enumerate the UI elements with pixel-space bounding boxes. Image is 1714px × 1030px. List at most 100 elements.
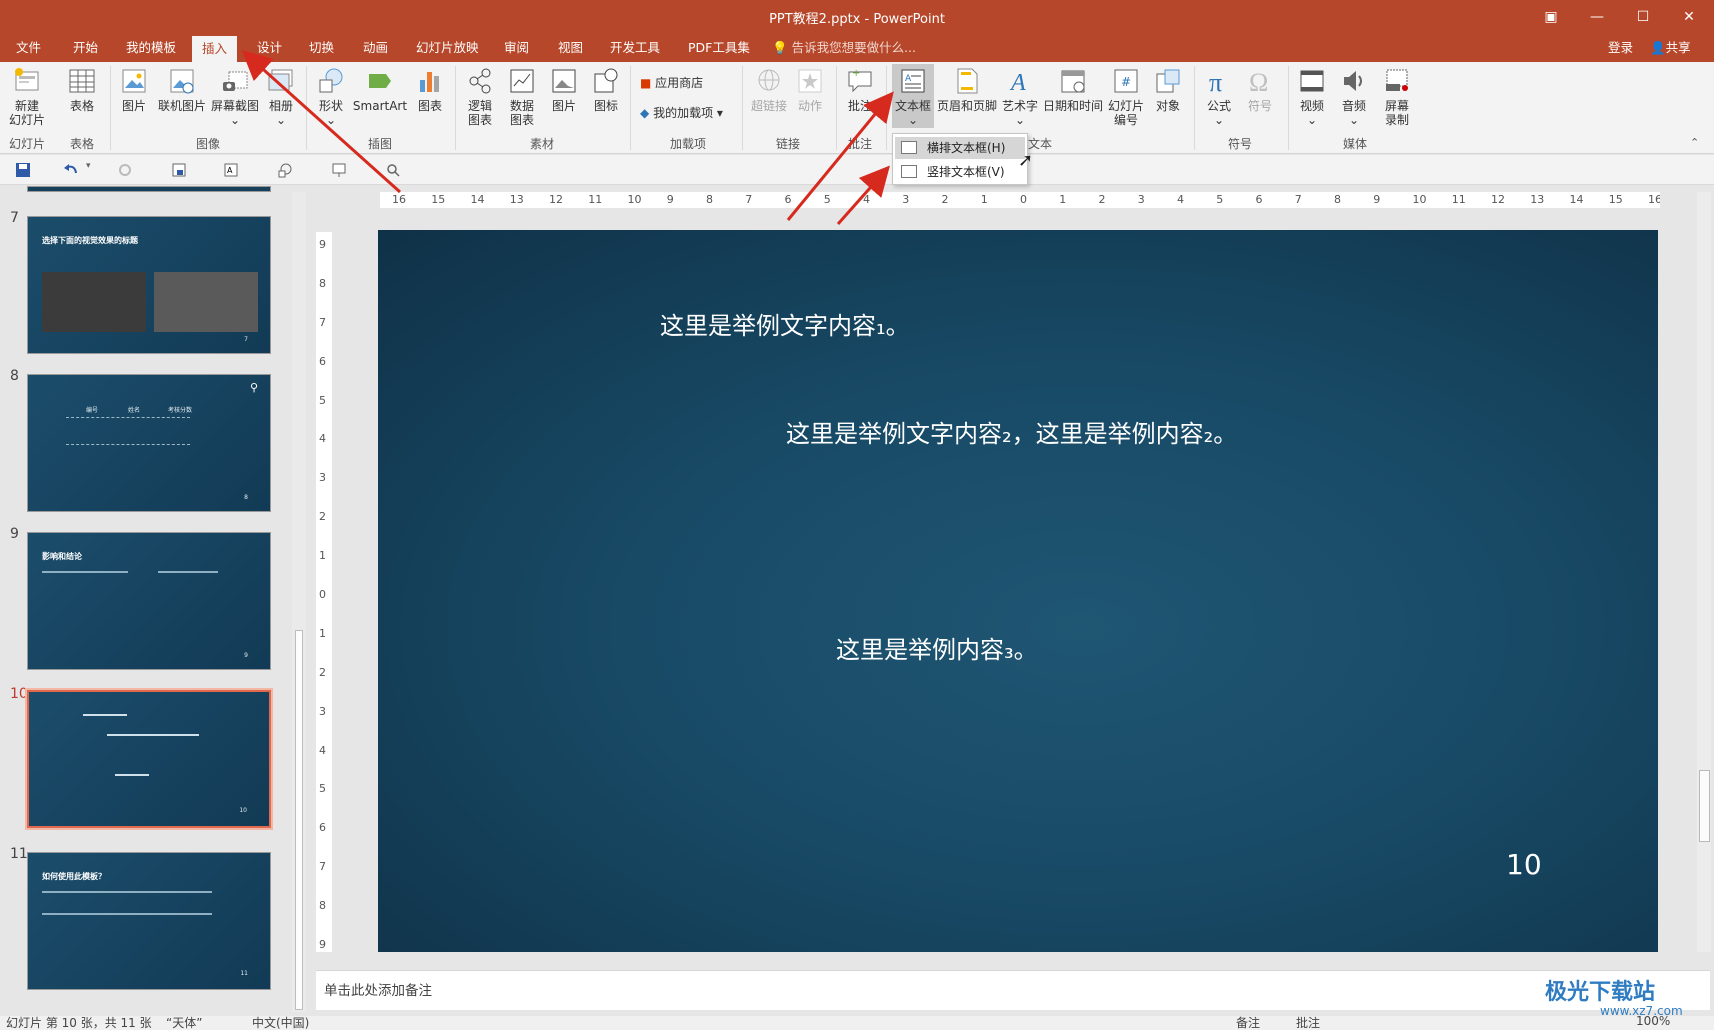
svg-text:A: A — [1009, 70, 1026, 96]
preview-icon[interactable] — [384, 162, 402, 178]
login-link[interactable]: 登录 — [1608, 34, 1633, 62]
wordart-button[interactable]: A 艺术字 ⌄ — [1000, 64, 1040, 127]
video-button[interactable]: 视频 ⌄ — [1294, 64, 1330, 127]
ruler-tick-label: 2 — [319, 510, 326, 524]
slide-thumbnail-9[interactable]: 影响和结论 9 — [27, 532, 271, 670]
presenter-icon[interactable] — [330, 162, 348, 178]
slide-thumbnail-11[interactable]: 如何使用此模板？ 11 — [27, 852, 271, 990]
icon-button[interactable]: 图标 — [588, 64, 624, 113]
slide-thumbnail-8[interactable]: 编号 姓名 考核分数 ⚲ 8 — [27, 374, 271, 512]
ruler-tick-label: 4 — [319, 432, 326, 446]
table-header: 姓名 — [128, 407, 141, 414]
minimize-button[interactable]: — — [1574, 0, 1620, 34]
tab-pdf-tools[interactable]: PDF工具集 — [678, 34, 760, 62]
hyperlink-label: 超链接 — [750, 99, 787, 113]
object-button[interactable]: 对象 — [1150, 64, 1186, 113]
bullet-lines — [42, 891, 212, 915]
slide-number-button[interactable]: # 幻灯片 编号 — [1106, 64, 1146, 127]
collapse-ribbon-icon[interactable]: ⌃ — [1690, 136, 1699, 149]
online-picture-button[interactable]: 联机图片 — [154, 64, 210, 113]
ribbon-divider — [306, 66, 307, 150]
save-icon[interactable] — [14, 162, 32, 178]
tell-me-search[interactable]: 💡 告诉我您想要做什么... — [772, 34, 916, 62]
screenshot-button[interactable]: 屏幕截图 ⌄ — [208, 64, 262, 127]
screen-record-button[interactable]: 屏幕 录制 — [1378, 64, 1416, 127]
slide-text-3[interactable]: 这里是举例内容₃。 — [836, 630, 1038, 665]
chevron-down-icon: ⌄ — [1348, 113, 1360, 127]
slide-thumbnail-10[interactable]: 10 — [25, 688, 273, 830]
tab-home[interactable]: 开始 — [63, 34, 108, 62]
table-button[interactable]: 表格 — [64, 64, 100, 113]
share-button[interactable]: 👤共享 — [1650, 34, 1691, 62]
horizontal-textbox-icon — [901, 141, 917, 154]
smartart-button[interactable]: SmartArt — [352, 64, 408, 113]
symbol-button[interactable]: Ω 符号 — [1242, 64, 1278, 113]
close-button[interactable]: ✕ — [1666, 0, 1712, 34]
ruler-tick-label: 10 — [627, 193, 642, 206]
slide-thumbnail-partial[interactable] — [27, 186, 271, 192]
material-picture-icon — [552, 69, 576, 93]
tab-view[interactable]: 视图 — [548, 34, 593, 62]
ribbon-display-options-icon[interactable]: ▣ — [1528, 0, 1574, 34]
maximize-button[interactable]: ☐ — [1620, 0, 1666, 34]
tab-slideshow[interactable]: 幻灯片放映 — [406, 34, 489, 62]
tab-insert[interactable]: 插入 — [192, 36, 238, 62]
header-footer-button[interactable]: 页眉和页脚 — [936, 64, 998, 113]
redo-icon[interactable] — [116, 162, 134, 178]
textbox-quick-icon[interactable]: A — [222, 162, 240, 178]
tab-developer[interactable]: 开发工具 — [600, 34, 670, 62]
datetime-button[interactable]: 日期和时间 — [1042, 64, 1104, 113]
group-slides-label: 幻灯片 — [8, 137, 45, 151]
material-picture-button[interactable]: 图片 — [546, 64, 582, 113]
app-store-button[interactable]: ■ 应用商店 — [640, 74, 703, 91]
album-button[interactable]: 相册 ⌄ — [262, 64, 300, 127]
audio-button[interactable]: 音频 ⌄ — [1336, 64, 1372, 127]
my-addins-button[interactable]: ◆ 我的加载项 ▾ — [640, 104, 723, 121]
chevron-down-icon: ⌄ — [1213, 113, 1225, 127]
slide-canvas[interactable]: 这里是举例文字内容₁。 这里是举例文字内容₂，这里是举例内容₂。 这里是举例内容… — [378, 230, 1658, 952]
vertical-textbox-item[interactable]: 竖排文本框(V) — [895, 161, 1025, 183]
undo-icon[interactable] — [62, 162, 80, 178]
comments-toggle[interactable]: 批注 — [1296, 1016, 1320, 1030]
new-slide-button[interactable]: 新建 幻灯片 — [4, 64, 50, 127]
slide-scrollbar-thumb[interactable] — [1699, 770, 1710, 842]
tab-review[interactable]: 审阅 — [494, 34, 539, 62]
shapes-quick-icon[interactable] — [276, 162, 294, 178]
slide-text-2[interactable]: 这里是举例文字内容₂，这里是举例内容₂。 — [786, 414, 1237, 449]
from-beginning-icon[interactable] — [170, 162, 188, 178]
data-chart-button[interactable]: 数据 图表 — [502, 64, 542, 127]
undo-dropdown-icon[interactable]: ▾ — [86, 161, 91, 171]
tab-file[interactable]: 文件 — [6, 34, 51, 62]
screen-record-label: 屏幕 录制 — [1384, 99, 1409, 127]
table-header: 编号 — [86, 407, 99, 414]
thumbnail-scrollbar-thumb[interactable] — [295, 630, 303, 1010]
notes-toggle[interactable]: 备注 — [1236, 1016, 1260, 1030]
tab-animations[interactable]: 动画 — [353, 34, 398, 62]
equation-button[interactable]: π 公式 ⌄ — [1200, 64, 1238, 127]
textbox-button[interactable]: A 文本框 ⌄ — [892, 64, 934, 128]
ruler-tick-label: 6 — [319, 821, 326, 835]
group-addins-label: 加载项 — [669, 137, 706, 151]
notes-pane[interactable]: 单击此处添加备注 — [316, 970, 1710, 1010]
header-footer-icon — [957, 68, 978, 94]
action-button[interactable]: 动作 — [792, 64, 828, 113]
shapes-button[interactable]: 形状 ⌄ — [312, 64, 350, 127]
logic-chart-button[interactable]: 逻辑 图表 — [460, 64, 500, 127]
tab-design[interactable]: 设计 — [247, 34, 292, 62]
addins-icon: ◆ — [640, 106, 650, 120]
tab-my-templates[interactable]: 我的模板 — [116, 34, 186, 62]
slide-thumbnail-7[interactable]: 选择下面的视觉效果的标题 7 — [27, 216, 271, 354]
ruler-tick-label: 8 — [706, 193, 713, 206]
ruler-tick-label: 9 — [1373, 193, 1381, 206]
hyperlink-button[interactable]: 超链接 — [748, 64, 790, 113]
slide-text-1[interactable]: 这里是举例文字内容₁。 — [660, 306, 910, 341]
tab-transitions[interactable]: 切换 — [299, 34, 344, 62]
ruler-tick-label: 7 — [319, 860, 326, 874]
slide-page-number[interactable]: 10 — [1506, 848, 1542, 881]
picture-button[interactable]: 图片 — [116, 64, 152, 113]
lightbulb-icon: 💡 — [772, 40, 788, 55]
chart-button[interactable]: 图表 — [412, 64, 448, 113]
comment-button[interactable]: + 批注 — [842, 64, 878, 113]
language[interactable]: 中文(中国) — [252, 1016, 309, 1030]
horizontal-textbox-item[interactable]: 横排文本框(H) — [895, 137, 1025, 159]
